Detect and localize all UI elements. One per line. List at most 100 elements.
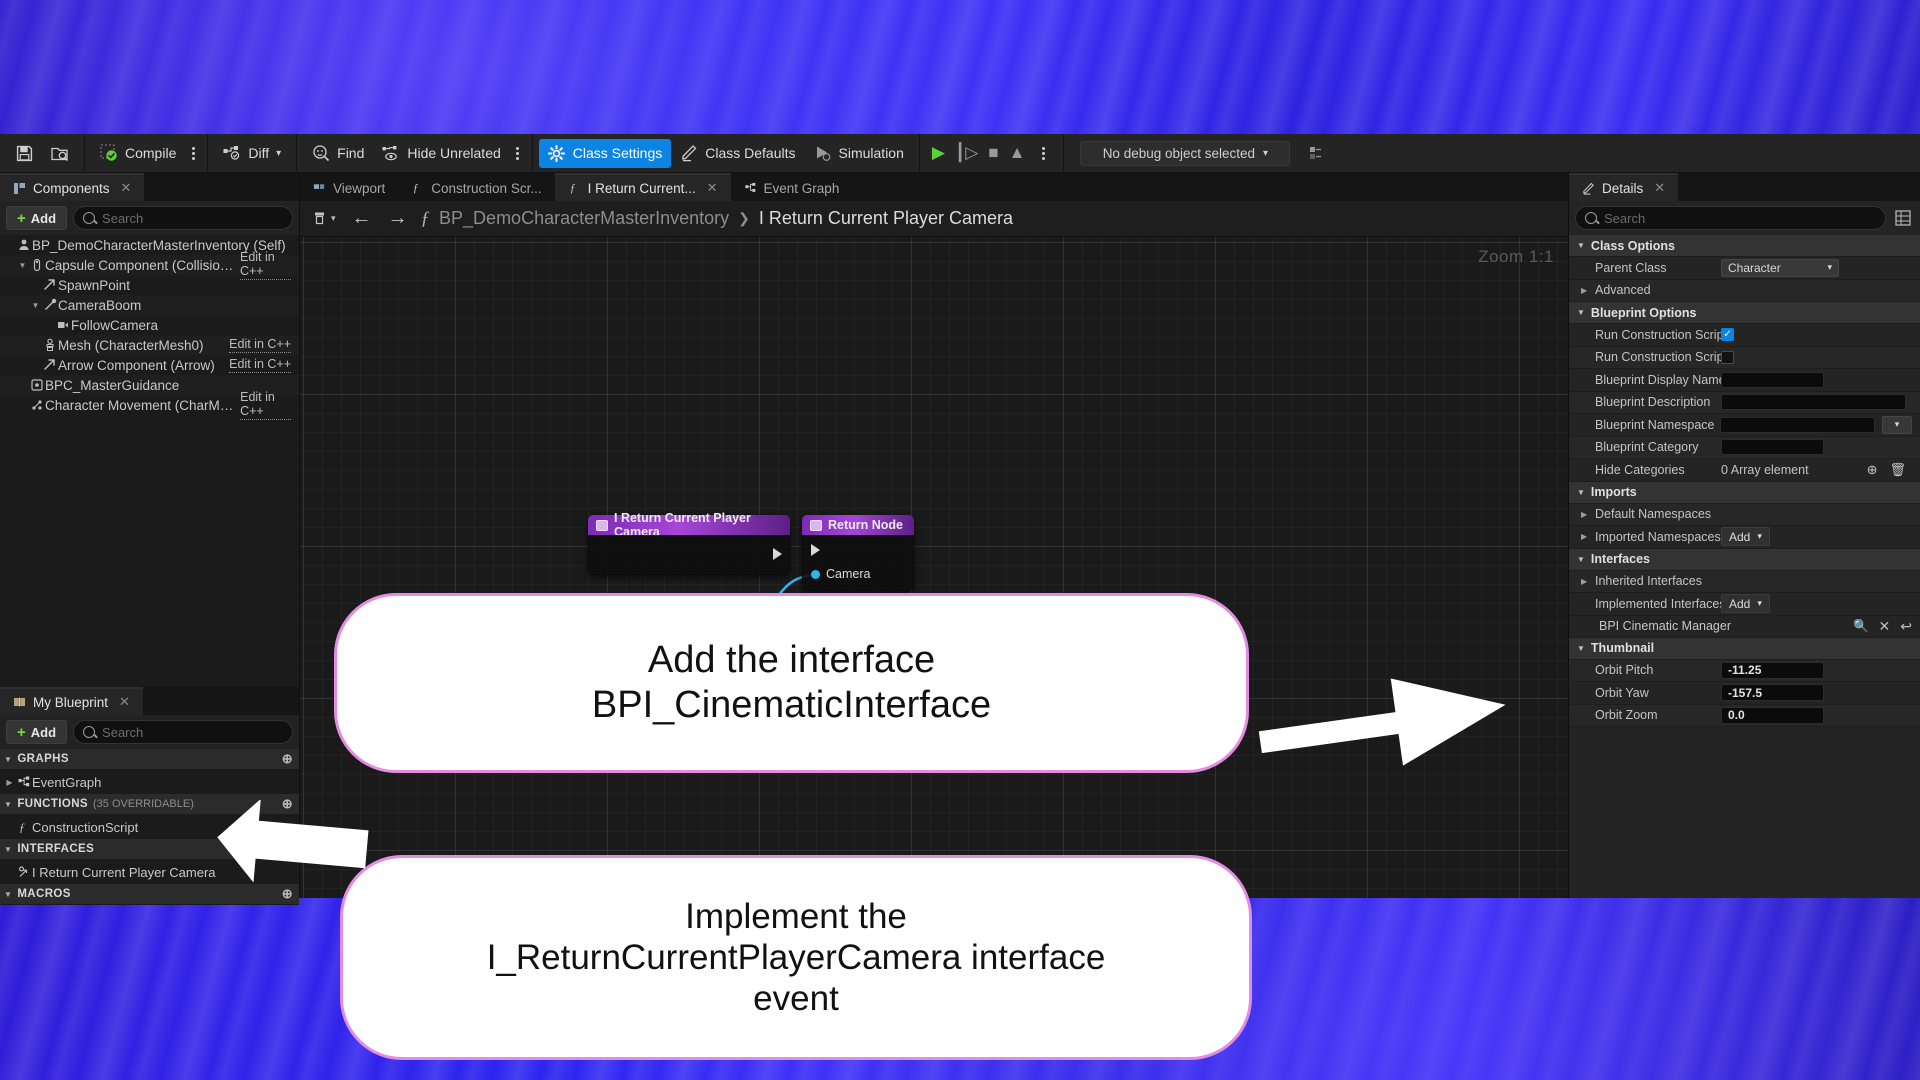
graph-tab[interactable]: ƒ I Return Current... ✕: [554, 173, 731, 201]
class-defaults-button[interactable]: Class Defaults: [671, 139, 804, 168]
add-dropdown[interactable]: Add ▾: [1721, 527, 1770, 547]
component-tree-row[interactable]: ▼ CameraBoom: [0, 295, 299, 315]
search-options-button[interactable]: [510, 139, 526, 168]
expand-arrow-icon[interactable]: ▶: [1581, 286, 1590, 295]
my-blueprint-section-header[interactable]: ▼ GRAPHS ⊕: [0, 749, 299, 770]
exec-out-pin[interactable]: [773, 548, 782, 560]
tab-my-blueprint-label: My Blueprint: [33, 694, 109, 710]
component-tree-row[interactable]: Character Movement (CharMoveComp)Edit in…: [0, 390, 299, 420]
expand-arrow-icon[interactable]: ▶: [1581, 510, 1590, 519]
play-options-button[interactable]: [1035, 139, 1051, 168]
my-blueprint-item[interactable]: ƒ ConstructionScript: [0, 815, 299, 839]
close-icon[interactable]: ✕: [707, 180, 718, 196]
debug-object-dropdown[interactable]: No debug object selected ▾: [1080, 140, 1291, 166]
details-category-header[interactable]: ▼ Thumbnail: [1569, 637, 1920, 660]
delete-array-icon[interactable]: 🗑: [1889, 462, 1906, 478]
edit-in-cpp-link[interactable]: Edit in C++: [229, 357, 291, 373]
browse-to-asset-button[interactable]: [42, 139, 78, 168]
component-tree-row[interactable]: SpawnPoint: [0, 275, 299, 295]
text-input[interactable]: [1721, 371, 1824, 388]
find-button[interactable]: Find: [303, 139, 373, 168]
numeric-input[interactable]: -157.5: [1721, 684, 1824, 702]
remove-interface-icon[interactable]: ✕: [1879, 618, 1891, 635]
details-category-header[interactable]: ▼ Blueprint Options: [1569, 302, 1920, 324]
component-tree-row[interactable]: FollowCamera: [0, 315, 299, 335]
my-blueprint-section-header[interactable]: ▼ FUNCTIONS (35 OVERRIDABLE) ⊕: [0, 794, 299, 815]
tab-components[interactable]: Components ✕: [0, 173, 145, 201]
my-blueprint-search-input[interactable]: Search: [73, 720, 293, 744]
play-button[interactable]: ▶: [932, 143, 945, 163]
graph-canvas[interactable]: Zoom 1:1 BLUEPRINT I Return Current Play…: [300, 237, 1568, 898]
stop-button[interactable]: ■: [988, 143, 998, 163]
section-add-icon[interactable]: ⊕: [282, 886, 293, 902]
expand-arrow-icon[interactable]: ▶: [4, 778, 15, 787]
eject-button[interactable]: ▲: [1009, 143, 1026, 163]
details-view-options-button[interactable]: [1892, 207, 1914, 229]
graph-forward-button[interactable]: →: [385, 207, 411, 230]
graph-back-button[interactable]: ←: [349, 207, 375, 230]
diff-button[interactable]: Diff ▾: [214, 139, 290, 168]
numeric-input[interactable]: -11.25: [1721, 661, 1824, 679]
section-add-icon[interactable]: ⊕: [282, 841, 293, 857]
numeric-input[interactable]: 0.0: [1721, 706, 1824, 724]
components-add-button[interactable]: + Add: [6, 206, 68, 230]
details-category-header[interactable]: ▼ Class Options: [1569, 235, 1920, 257]
checkbox-unchecked[interactable]: [1721, 350, 1734, 364]
text-input[interactable]: [1721, 439, 1824, 456]
node-return[interactable]: Return Node Camera: [802, 515, 914, 591]
graph-tab[interactable]: Event Graph: [731, 173, 853, 201]
expand-arrow-icon[interactable]: ▶: [1581, 577, 1590, 586]
my-blueprint-add-button[interactable]: + Add: [6, 720, 68, 744]
component-label: Arrow Component (Arrow): [58, 357, 215, 373]
node-entry[interactable]: I Return Current Player Camera: [588, 511, 790, 575]
parent-class-dropdown[interactable]: Character ▾: [1721, 258, 1839, 277]
camera-in-pin[interactable]: [811, 569, 820, 579]
text-input[interactable]: [1720, 416, 1875, 433]
details-row: Blueprint Description: [1569, 391, 1920, 414]
compile-button[interactable]: Compile: [91, 139, 185, 168]
expand-arrow-icon[interactable]: ▶: [1581, 532, 1590, 541]
save-button[interactable]: [6, 139, 42, 168]
close-icon[interactable]: ✕: [121, 180, 132, 196]
edit-in-cpp-link[interactable]: Edit in C++: [240, 390, 291, 420]
add-dropdown[interactable]: Add ▾: [1721, 594, 1770, 614]
namespace-dropdown[interactable]: ▾: [1882, 415, 1912, 434]
debug-filter-button[interactable]: [1300, 139, 1336, 168]
my-blueprint-item[interactable]: ▶ EventGraph: [0, 770, 299, 794]
expand-arrow-icon[interactable]: ▼: [17, 261, 28, 270]
my-blueprint-section-header[interactable]: ▼ MACROS ⊕: [0, 884, 299, 905]
close-icon[interactable]: ✕: [1654, 180, 1665, 196]
graph-display-options-button[interactable]: ▾: [310, 211, 339, 226]
graph-tab[interactable]: ƒ Construction Scr...: [398, 173, 554, 201]
checkbox-checked[interactable]: ✓: [1721, 328, 1734, 342]
browse-interface-icon[interactable]: 🔍: [1853, 619, 1869, 634]
step-button[interactable]: ┃▷: [955, 143, 978, 163]
graph-tab[interactable]: Viewport: [300, 173, 398, 201]
expand-arrow-icon[interactable]: ▼: [30, 301, 41, 310]
reset-interface-icon[interactable]: ↩: [1900, 618, 1912, 635]
section-add-icon[interactable]: ⊕: [282, 796, 293, 812]
edit-in-cpp-link[interactable]: Edit in C++: [229, 337, 291, 353]
compile-options-button[interactable]: [185, 139, 201, 168]
breadcrumb-root[interactable]: BP_DemoCharacterMasterInventory: [439, 208, 729, 229]
my-blueprint-item[interactable]: I Return Current Player Camera: [0, 860, 299, 884]
my-blueprint-section-header[interactable]: ▼ INTERFACES ⊕: [0, 839, 299, 860]
text-input[interactable]: [1721, 394, 1906, 411]
class-settings-button[interactable]: Class Settings: [538, 138, 672, 168]
component-tree-row[interactable]: ▼Capsule Component (CollisionCylinder)Ed…: [0, 250, 299, 280]
section-add-icon[interactable]: ⊕: [282, 751, 293, 767]
details-category-header[interactable]: ▼ Imports: [1569, 481, 1920, 504]
tab-details[interactable]: Details ✕: [1569, 173, 1679, 201]
simulation-button[interactable]: Simulation: [805, 139, 913, 168]
components-search-input[interactable]: Search: [73, 206, 293, 230]
exec-in-pin[interactable]: [811, 544, 820, 556]
add-array-element-icon[interactable]: ⊕: [1867, 462, 1878, 478]
tab-my-blueprint[interactable]: My Blueprint ✕: [0, 687, 143, 715]
component-tree-row[interactable]: Mesh (CharacterMesh0) Edit in C++: [0, 335, 299, 355]
close-icon[interactable]: ✕: [119, 694, 130, 710]
details-search-input[interactable]: Search: [1575, 206, 1886, 230]
component-tree-row[interactable]: Arrow Component (Arrow) Edit in C++: [0, 355, 299, 375]
hide-unrelated-button[interactable]: Hide Unrelated: [373, 139, 509, 168]
details-category-header[interactable]: ▼ Interfaces: [1569, 548, 1920, 571]
implemented-interface-row[interactable]: BPI Cinematic Manager 🔍 ✕ ↩: [1569, 615, 1920, 638]
